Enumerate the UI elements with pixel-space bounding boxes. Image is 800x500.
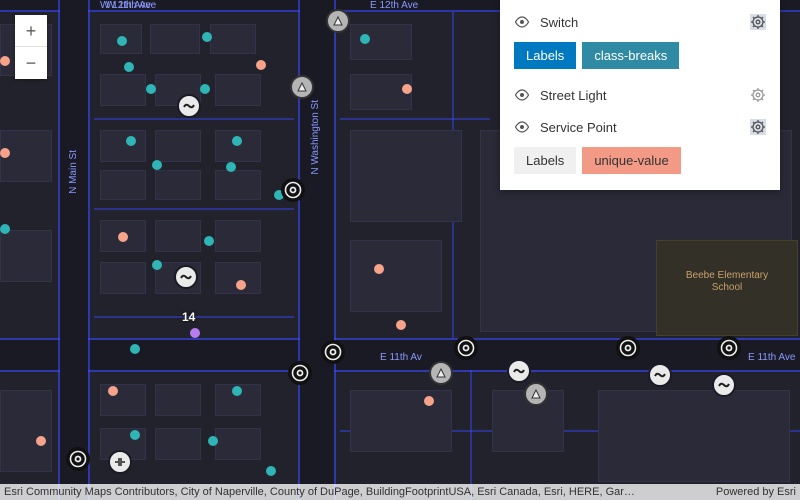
map-point xyxy=(396,320,406,330)
layer-label: Service Point xyxy=(540,120,740,135)
map-point xyxy=(146,84,156,94)
zoom-in-button[interactable]: + xyxy=(15,15,47,47)
map-point xyxy=(130,344,140,354)
map-point xyxy=(236,280,246,290)
servicepoint-symbol xyxy=(321,340,345,364)
map-point xyxy=(208,436,218,446)
map-point xyxy=(108,386,118,396)
layer-row-streetlight: Street Light xyxy=(500,79,780,111)
servicepoint-symbol xyxy=(454,336,478,360)
map-point xyxy=(190,328,200,338)
zoom-out-button[interactable]: − xyxy=(15,47,47,79)
chips-row-switch: Labels class-breaks xyxy=(500,38,780,79)
map-point xyxy=(202,32,212,42)
attribution-powered[interactable]: Powered by Esri xyxy=(716,484,796,500)
switch-symbol xyxy=(648,363,672,387)
map-point xyxy=(0,56,10,66)
servicepoint-symbol xyxy=(66,447,90,471)
map-point xyxy=(130,430,140,440)
map-point xyxy=(360,34,370,44)
switch-symbol xyxy=(712,373,736,397)
map-point xyxy=(374,264,384,274)
layer-label: Switch xyxy=(540,15,740,30)
layer-label: Street Light xyxy=(540,88,740,103)
servicepoint-symbol xyxy=(288,361,312,385)
map-point xyxy=(124,62,134,72)
streetlight-symbol xyxy=(429,361,453,385)
map-point xyxy=(152,160,162,170)
map-point xyxy=(36,436,46,446)
chips-row-servicepoint: Labels unique-value xyxy=(500,143,780,184)
servicepoint-symbol xyxy=(281,178,305,202)
map-point xyxy=(118,232,128,242)
gear-icon[interactable] xyxy=(750,119,766,135)
map-point xyxy=(117,36,127,46)
capacitor-symbol xyxy=(108,450,132,474)
map-point xyxy=(424,396,434,406)
attribution-text: Esri Community Maps Contributors, City o… xyxy=(4,484,635,500)
map-point xyxy=(0,224,10,234)
map-callout-14: 14 xyxy=(182,310,195,324)
map-point xyxy=(226,162,236,172)
map-point xyxy=(204,236,214,246)
gear-icon[interactable] xyxy=(750,87,766,103)
switch-symbol xyxy=(174,265,198,289)
map-point xyxy=(200,84,210,94)
renderer-chip-classbreaks[interactable]: class-breaks xyxy=(582,42,679,69)
servicepoint-symbol xyxy=(616,336,640,360)
zoom-control: + − xyxy=(15,15,47,79)
labels-chip[interactable]: Labels xyxy=(514,42,576,69)
servicepoint-symbol xyxy=(717,336,741,360)
eye-icon[interactable] xyxy=(514,14,530,30)
streetlight-symbol xyxy=(290,75,314,99)
layer-row-switch: Switch xyxy=(500,6,780,38)
layer-row-servicepoint: Service Point xyxy=(500,111,780,143)
attribution-bar: Esri Community Maps Contributors, City o… xyxy=(0,484,800,500)
switch-symbol xyxy=(177,94,201,118)
layer-panel: Switch Labels class-breaks Street Light … xyxy=(500,0,780,190)
gear-icon[interactable] xyxy=(750,14,766,30)
streetlight-symbol xyxy=(326,9,350,33)
renderer-chip-uniquevalue[interactable]: unique-value xyxy=(582,147,680,174)
map-point xyxy=(402,84,412,94)
eye-icon[interactable] xyxy=(514,119,530,135)
streetlight-symbol xyxy=(524,382,548,406)
eye-icon[interactable] xyxy=(514,87,530,103)
map-point xyxy=(126,136,136,146)
switch-symbol xyxy=(507,359,531,383)
map-point xyxy=(0,148,10,158)
map-point xyxy=(266,466,276,476)
map-point xyxy=(256,60,266,70)
labels-chip[interactable]: Labels xyxy=(514,147,576,174)
map-point xyxy=(152,260,162,270)
map-point xyxy=(232,386,242,396)
map-point xyxy=(232,136,242,146)
